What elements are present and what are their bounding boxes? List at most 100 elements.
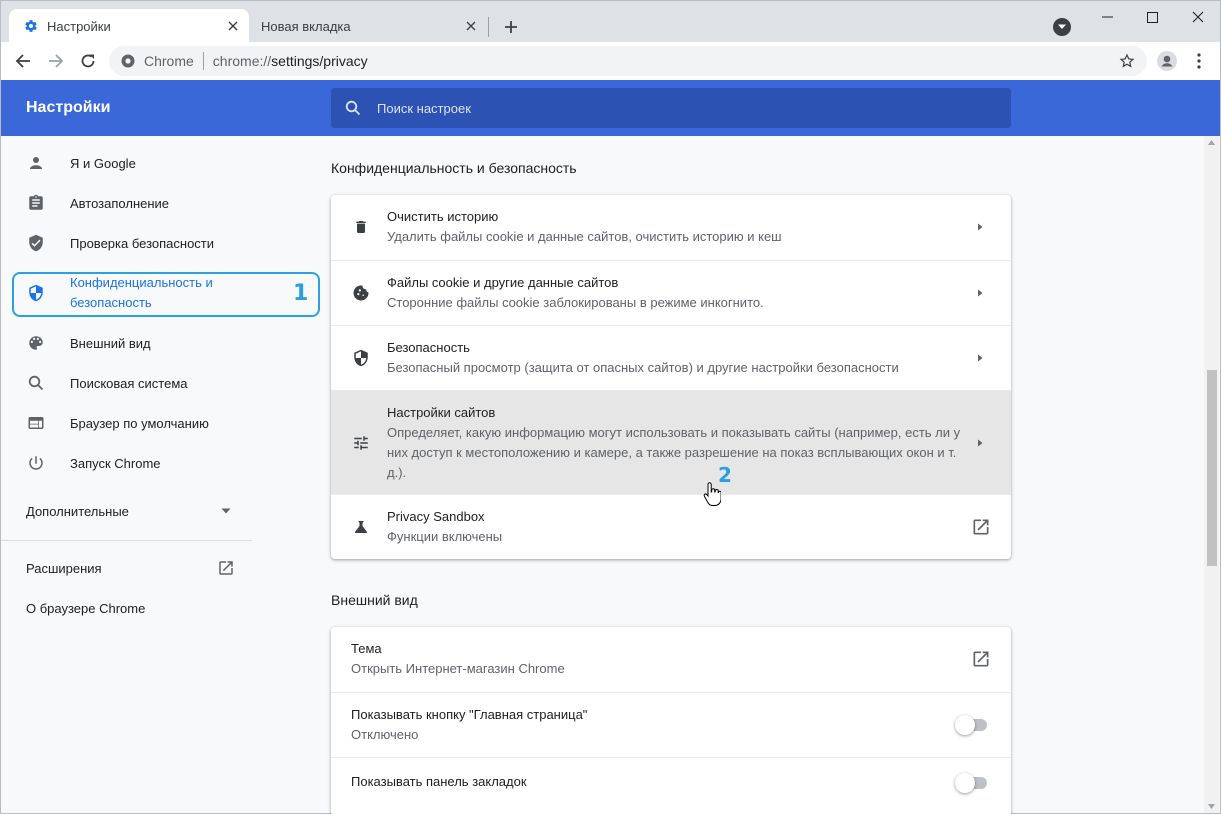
page-scrollbar[interactable] xyxy=(1204,136,1219,813)
privacy-sandbox-row[interactable]: Privacy Sandbox Функции включены xyxy=(331,494,1011,559)
row-title: Показывать кнопку "Главная страница" xyxy=(351,707,588,722)
row-title: Безопасность xyxy=(387,340,470,355)
open-in-new-icon xyxy=(973,651,989,667)
flask-icon xyxy=(351,517,371,537)
sidebar-item-appearance[interactable]: Внешний вид xyxy=(1,323,261,363)
palette-icon xyxy=(26,333,46,353)
trash-icon xyxy=(351,217,371,237)
sidebar-divider xyxy=(1,540,252,541)
maximize-button[interactable] xyxy=(1129,5,1175,29)
bookmarks-bar-row[interactable]: Показывать панель закладок xyxy=(331,757,1011,807)
home-button-row[interactable]: Показывать кнопку "Главная страница" Отк… xyxy=(331,692,1011,757)
tab-strip: Настройки Новая вкладка xyxy=(0,0,1221,43)
sidebar-item-on-startup[interactable]: Запуск Chrome xyxy=(1,443,261,483)
more-vert-icon xyxy=(1197,53,1201,69)
privacy-section-title: Конфиденциальность и безопасность xyxy=(331,160,577,176)
star-icon xyxy=(1119,53,1135,68)
row-subtitle: Отключено xyxy=(351,727,419,742)
about-label: О браузере Chrome xyxy=(26,600,146,616)
cookie-icon xyxy=(351,283,371,303)
home-button-toggle[interactable] xyxy=(955,715,987,735)
cookies-row[interactable]: Файлы cookie и другие данные сайтов Стор… xyxy=(331,260,1011,325)
browser-toolbar: Chrome chrome://settings/privacy xyxy=(0,42,1221,80)
row-subtitle: Сторонние файлы cookie заблокированы в р… xyxy=(387,295,764,310)
chevron-right-icon xyxy=(978,354,983,362)
shield-check-icon xyxy=(26,233,46,253)
plus-icon xyxy=(505,21,517,33)
url-text: chrome://settings/privacy xyxy=(213,53,368,69)
back-button[interactable] xyxy=(11,49,35,73)
close-icon xyxy=(1192,11,1204,23)
browser-icon xyxy=(26,413,46,433)
security-row[interactable]: Безопасность Безопасный просмотр (защита… xyxy=(331,325,1011,390)
sidebar: Я и Google Автозаполнение Проверка безоп… xyxy=(1,136,261,814)
open-in-new-icon xyxy=(219,561,233,575)
tab-title: Новая вкладка xyxy=(261,18,351,34)
person-icon xyxy=(26,153,46,173)
forward-button[interactable] xyxy=(44,49,68,73)
close-window-button[interactable] xyxy=(1175,5,1221,29)
chevron-right-icon xyxy=(978,289,983,297)
bookmark-star-button[interactable] xyxy=(1115,49,1139,73)
tab-new-tab[interactable]: Новая вкладка xyxy=(251,9,487,43)
site-settings-row[interactable]: Настройки сайтов Определяет, какую инфор… xyxy=(331,390,1011,494)
hand-cursor-icon xyxy=(703,482,721,506)
sidebar-item-safety-check[interactable]: Проверка безопасности xyxy=(1,223,261,263)
tune-icon xyxy=(351,433,371,453)
minimize-button[interactable] xyxy=(1084,5,1130,29)
sidebar-item-default-browser[interactable]: Браузер по умолчанию xyxy=(1,403,261,443)
tab-separator xyxy=(488,17,489,37)
scroll-up-icon xyxy=(1208,140,1215,145)
row-title: Тема xyxy=(351,641,382,656)
scrollbar-thumb[interactable] xyxy=(1207,370,1217,566)
sidebar-item-search-engine[interactable]: Поисковая система xyxy=(1,363,261,403)
profile-button[interactable] xyxy=(1155,49,1179,73)
gear-icon xyxy=(23,18,39,34)
chevron-right-icon xyxy=(978,223,983,231)
search-input[interactable] xyxy=(377,100,977,116)
arrow-left-icon xyxy=(15,54,30,68)
advanced-label: Дополнительные xyxy=(26,503,129,519)
clear-history-row[interactable]: Очистить историю Удалить файлы cookie и … xyxy=(331,195,1011,260)
menu-button[interactable] xyxy=(1187,49,1211,73)
row-subtitle: Безопасный просмотр (защита от опасных с… xyxy=(387,360,899,375)
chevron-down-icon xyxy=(221,508,231,514)
arrow-right-icon xyxy=(49,54,64,68)
reload-button[interactable] xyxy=(76,49,100,73)
sidebar-item-label: Проверка безопасности xyxy=(70,235,215,251)
sidebar-item-label: Браузер по умолчанию xyxy=(70,415,209,431)
sidebar-item-autofill[interactable]: Автозаполнение xyxy=(1,183,261,223)
settings-search[interactable] xyxy=(331,88,1011,128)
row-title: Очистить историю xyxy=(387,209,499,224)
open-in-new-icon xyxy=(973,519,989,535)
row-title: Privacy Sandbox xyxy=(387,509,485,524)
row-subtitle: Функции включены xyxy=(387,529,503,544)
step1-badge: 1 xyxy=(293,281,309,306)
bookmarks-bar-toggle[interactable] xyxy=(955,773,987,793)
sidebar-item-extensions[interactable]: Расширения xyxy=(1,548,261,588)
close-tab-icon[interactable] xyxy=(461,16,481,36)
row-title: Настройки сайтов xyxy=(387,405,496,420)
page-title: Настройки xyxy=(26,99,111,116)
tab-search-button[interactable] xyxy=(1053,18,1071,36)
search-icon xyxy=(345,100,361,116)
address-bar[interactable]: Chrome chrome://settings/privacy xyxy=(109,46,1147,76)
appearance-section-title: Внешний вид xyxy=(331,592,418,608)
step1-highlight xyxy=(12,272,320,317)
sidebar-item-you-and-google[interactable]: Я и Google xyxy=(1,143,261,183)
tab-settings[interactable]: Настройки xyxy=(9,9,249,43)
theme-row[interactable]: Тема Открыть Интернет-магазин Chrome xyxy=(331,627,1011,692)
scroll-down-icon xyxy=(1208,804,1215,809)
new-tab-button[interactable] xyxy=(499,15,523,39)
appearance-card: Тема Открыть Интернет-магазин Chrome Пок… xyxy=(331,627,1011,814)
close-tab-icon[interactable] xyxy=(223,16,243,36)
sidebar-item-label: Запуск Chrome xyxy=(70,455,161,471)
sidebar-advanced-toggle[interactable]: Дополнительные xyxy=(1,491,261,531)
extensions-label: Расширения xyxy=(26,560,102,576)
site-name: Chrome xyxy=(144,53,194,69)
settings-header: Настройки xyxy=(0,80,1221,136)
sidebar-item-about[interactable]: О браузере Chrome xyxy=(1,588,261,628)
chrome-icon xyxy=(121,54,135,68)
sidebar-item-label: Поисковая система xyxy=(70,375,188,391)
chevron-down-icon xyxy=(1058,24,1066,29)
